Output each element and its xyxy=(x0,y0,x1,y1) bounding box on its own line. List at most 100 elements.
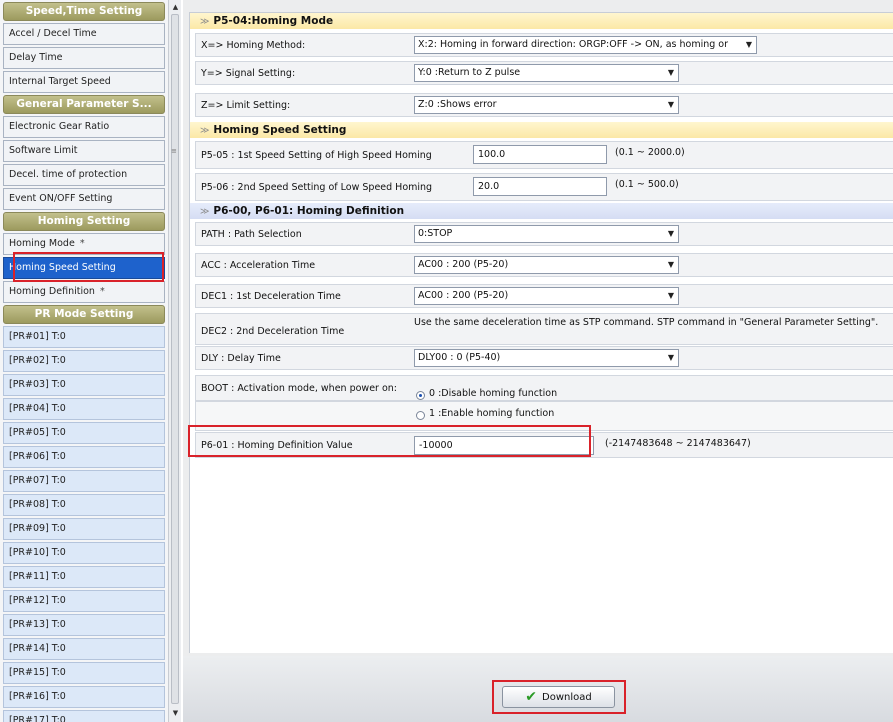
acceleration-time-label: ACC : Acceleration Time xyxy=(201,260,316,271)
sidebar-item-pr[interactable]: [PR#14] T:0 xyxy=(3,638,165,660)
delay-time-select[interactable]: DLY00 : 0 (P5-40) ▼ xyxy=(414,349,679,367)
sidebar-group-speed-time[interactable]: Speed,Time Setting xyxy=(3,2,165,21)
collapse-chevron-icon: ≫ xyxy=(200,17,210,27)
sidebar-item-event-on-off[interactable]: Event ON/OFF Setting xyxy=(3,188,165,210)
chevron-down-icon: ▼ xyxy=(745,40,752,49)
section-title: P5-04:Homing Mode xyxy=(213,15,334,27)
path-selection-select[interactable]: 0:STOP ▼ xyxy=(414,225,679,243)
section-title: Homing Speed Setting xyxy=(213,124,347,136)
row-dec2: DEC2 : 2nd Deceleration Time Use the sam… xyxy=(195,313,893,345)
settings-panel: ≫ P5-04:Homing Mode X=> Homing Method: X:… xyxy=(189,12,893,653)
modified-marker: * xyxy=(79,238,85,249)
path-selection-label: PATH : Path Selection xyxy=(201,229,302,240)
section-homing-definition-header[interactable]: ≫ P6-00, P6-01: Homing Definition xyxy=(190,203,893,219)
delay-time-label: DLY : Delay Time xyxy=(201,353,281,364)
scroll-up-icon[interactable]: ▲ xyxy=(171,2,180,12)
acceleration-time-value: AC00 : 200 (P5-20) xyxy=(418,259,509,270)
row-p5-05: P5-05 : 1st Speed Setting of High Speed … xyxy=(195,141,893,169)
limit-setting-select[interactable]: Z:0 :Shows error ▼ xyxy=(414,96,679,114)
sidebar-item-label: Homing Mode xyxy=(9,238,75,249)
limit-setting-value: Z:0 :Shows error xyxy=(418,99,497,110)
scroll-thumb[interactable] xyxy=(171,14,179,704)
row-acceleration-time: ACC : Acceleration Time AC00 : 200 (P5-2… xyxy=(195,253,893,277)
scroll-down-icon[interactable]: ▼ xyxy=(171,708,180,718)
p5-06-input[interactable]: 20.0 xyxy=(473,177,607,196)
sidebar-item-internal-target-speed[interactable]: Internal Target Speed xyxy=(3,71,165,93)
dec2-label: DEC2 : 2nd Deceleration Time xyxy=(201,326,345,337)
boot-option-1-label[interactable]: 1 :Enable homing function xyxy=(429,408,554,419)
delay-time-value: DLY00 : 0 (P5-40) xyxy=(418,352,501,363)
p5-06-range: (0.1 ~ 500.0) xyxy=(615,179,679,190)
p5-05-input[interactable]: 100.0 xyxy=(473,145,607,164)
boot-option-0-label[interactable]: 0 :Disable homing function xyxy=(429,388,557,399)
sidebar-item-pr[interactable]: [PR#12] T:0 xyxy=(3,590,165,612)
grip-icon: ≡ xyxy=(171,147,177,155)
checkmark-icon: ✔ xyxy=(525,689,537,705)
homing-method-select[interactable]: X:2: Homing in forward direction: ORGP:O… xyxy=(414,36,757,54)
section-title: P6-00, P6-01: Homing Definition xyxy=(213,205,405,217)
row-limit-setting: Z=> Limit Setting: Z:0 :Shows error ▼ xyxy=(195,93,893,117)
sidebar-item-accel-decel-time[interactable]: Accel / Decel Time xyxy=(3,23,165,45)
sidebar-list: Speed,Time Setting Accel / Decel Time De… xyxy=(0,0,168,722)
p6-01-range: (-2147483648 ~ 2147483647) xyxy=(605,438,751,449)
row-homing-method: X=> Homing Method: X:2: Homing in forwar… xyxy=(195,33,893,57)
download-label: Download xyxy=(542,692,592,703)
row-signal-setting: Y=> Signal Setting: Y:0 :Return to Z pul… xyxy=(195,61,893,85)
chevron-down-icon: ▼ xyxy=(667,100,674,109)
sidebar-item-homing-definition[interactable]: Homing Definition * xyxy=(3,281,165,303)
chevron-down-icon: ▼ xyxy=(667,353,674,362)
boot-option-0-radio[interactable] xyxy=(416,391,425,400)
section-homing-mode-header[interactable]: ≫ P5-04:Homing Mode xyxy=(190,13,893,29)
download-button[interactable]: ✔ Download xyxy=(502,686,615,708)
sidebar-item-software-limit[interactable]: Software Limit xyxy=(3,140,165,162)
parameter-sidebar: Speed,Time Setting Accel / Decel Time De… xyxy=(0,0,181,722)
p5-05-range: (0.1 ~ 2000.0) xyxy=(615,147,685,158)
sidebar-item-decel-time-protection[interactable]: Decel. time of protection xyxy=(3,164,165,186)
chevron-down-icon: ▼ xyxy=(667,68,674,77)
limit-setting-label: Z=> Limit Setting: xyxy=(201,100,291,111)
row-delay-time: DLY : Delay Time DLY00 : 0 (P5-40) ▼ xyxy=(195,346,893,370)
sidebar-item-electronic-gear-ratio[interactable]: Electronic Gear Ratio xyxy=(3,116,165,138)
chevron-down-icon: ▼ xyxy=(667,291,674,300)
annotation-highlight-homing-speed xyxy=(13,252,164,282)
section-homing-speed-header[interactable]: ≫ Homing Speed Setting xyxy=(190,122,893,138)
sidebar-item-pr[interactable]: [PR#07] T:0 xyxy=(3,470,165,492)
sidebar-item-pr[interactable]: [PR#06] T:0 xyxy=(3,446,165,468)
collapse-chevron-icon: ≫ xyxy=(200,207,210,217)
signal-setting-select[interactable]: Y:0 :Return to Z pulse ▼ xyxy=(414,64,679,82)
signal-setting-value: Y:0 :Return to Z pulse xyxy=(418,67,521,78)
sidebar-group-homing-setting[interactable]: Homing Setting xyxy=(3,212,165,231)
sidebar-item-pr[interactable]: [PR#05] T:0 xyxy=(3,422,165,444)
sidebar-item-pr[interactable]: [PR#01] T:0 xyxy=(3,326,165,348)
boot-option-1-radio[interactable] xyxy=(416,411,425,420)
sidebar-scrollbar[interactable]: ▲ ≡ ▼ xyxy=(168,0,181,722)
chevron-down-icon: ▼ xyxy=(667,260,674,269)
sidebar-item-pr[interactable]: [PR#15] T:0 xyxy=(3,662,165,684)
dec1-select[interactable]: AC00 : 200 (P5-20) ▼ xyxy=(414,287,679,305)
sidebar-item-pr[interactable]: [PR#10] T:0 xyxy=(3,542,165,564)
sidebar-item-delay-time[interactable]: Delay Time xyxy=(3,47,165,69)
boot-mode-label: BOOT : Activation mode, when power on: xyxy=(201,383,398,394)
annotation-highlight-p6-01 xyxy=(188,425,591,457)
sidebar-item-pr[interactable]: [PR#11] T:0 xyxy=(3,566,165,588)
row-path-selection: PATH : Path Selection 0:STOP ▼ xyxy=(195,222,893,246)
homing-method-value: X:2: Homing in forward direction: ORGP:O… xyxy=(418,39,729,50)
sidebar-group-general-parameter[interactable]: General Parameter S... xyxy=(3,95,165,114)
p5-05-label: P5-05 : 1st Speed Setting of High Speed … xyxy=(201,150,432,161)
acceleration-time-select[interactable]: AC00 : 200 (P5-20) ▼ xyxy=(414,256,679,274)
sidebar-item-pr[interactable]: [PR#03] T:0 xyxy=(3,374,165,396)
sidebar-item-pr[interactable]: [PR#13] T:0 xyxy=(3,614,165,636)
homing-method-label: X=> Homing Method: xyxy=(201,40,306,51)
sidebar-item-pr[interactable]: [PR#09] T:0 xyxy=(3,518,165,540)
sidebar-item-pr[interactable]: [PR#08] T:0 xyxy=(3,494,165,516)
sidebar-item-pr[interactable]: [PR#04] T:0 xyxy=(3,398,165,420)
sidebar-item-pr[interactable]: [PR#17] T:0 xyxy=(3,710,165,722)
row-p5-06: P5-06 : 2nd Speed Setting of Low Speed H… xyxy=(195,173,893,201)
p5-06-label: P5-06 : 2nd Speed Setting of Low Speed H… xyxy=(201,182,433,193)
pr-list: [PR#01] T:0 [PR#02] T:0 [PR#03] T:0 [PR#04]… xyxy=(0,326,168,722)
sidebar-group-pr-mode[interactable]: PR Mode Setting xyxy=(3,305,165,324)
main-area: ≫ P5-04:Homing Mode X=> Homing Method: X:… xyxy=(183,0,893,722)
sidebar-item-pr[interactable]: [PR#16] T:0 xyxy=(3,686,165,708)
sidebar-item-pr[interactable]: [PR#02] T:0 xyxy=(3,350,165,372)
collapse-chevron-icon: ≫ xyxy=(200,126,210,136)
